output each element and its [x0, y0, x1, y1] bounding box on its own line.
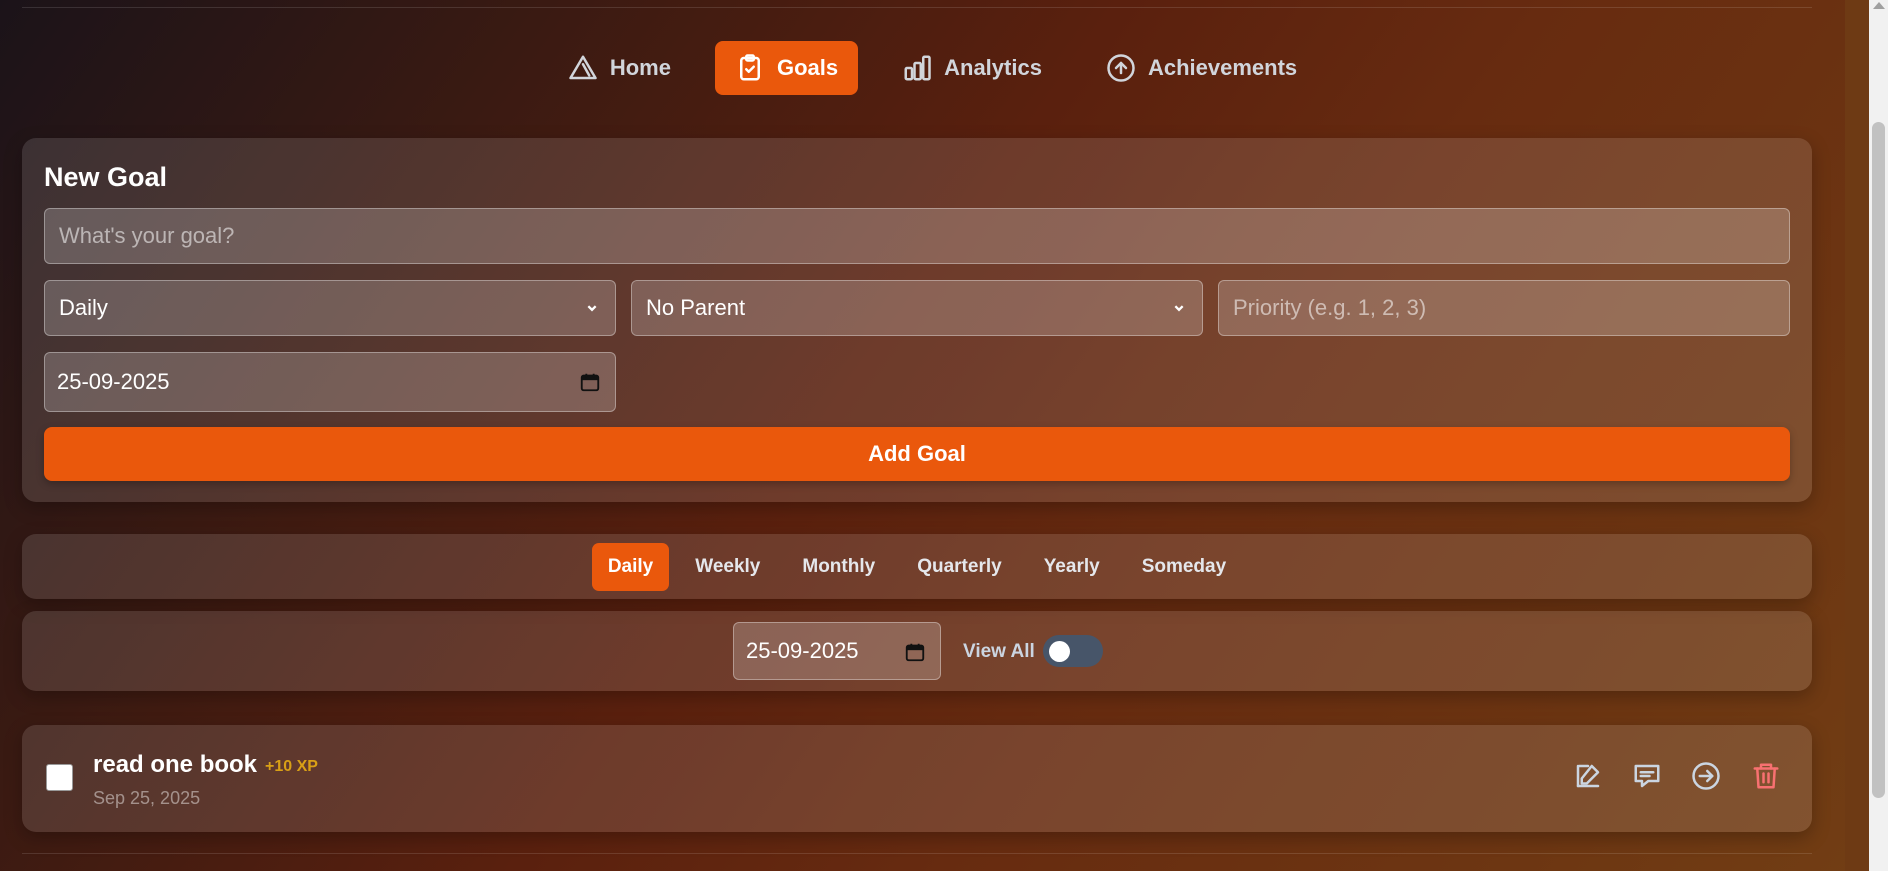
frequency-select[interactable]: Daily — [44, 280, 616, 336]
tab-monthly[interactable]: Monthly — [786, 543, 891, 591]
tab-daily[interactable]: Daily — [591, 542, 670, 591]
nav-home-label: Home — [609, 55, 671, 80]
goal-item: read one book +10 XP Sep 25, 2025 — [22, 725, 1812, 832]
tab-quarterly[interactable]: Quarterly — [901, 543, 1017, 591]
new-goal-title: New Goal — [44, 162, 168, 192]
edit-goal-button[interactable] — [1573, 761, 1603, 791]
comment-goal-button[interactable] — [1632, 761, 1662, 791]
toggle-knob — [1049, 641, 1070, 662]
new-goal-form: New Goal What's your goal? Daily No Pare… — [22, 138, 1812, 502]
page-edge — [1845, 0, 1869, 871]
priority-input-placeholder: Priority (e.g. 1, 2, 3) — [1233, 295, 1427, 320]
delete-goal-button[interactable] — [1751, 761, 1781, 791]
filter-date-value: 25-09-2025 — [746, 638, 859, 663]
comment-icon — [1634, 764, 1660, 788]
move-goal-button[interactable] — [1691, 761, 1721, 791]
arrow-up-circle-icon — [1107, 54, 1135, 82]
add-goal-button[interactable]: Add Goal — [44, 427, 1790, 481]
goal-input[interactable]: What's your goal? — [44, 208, 1790, 264]
nav-achievements-label: Achievements — [1147, 55, 1298, 80]
goal-xp-badge: +10 XP — [265, 758, 318, 775]
nav-analytics-label: Analytics — [944, 55, 1042, 80]
nav-home[interactable]: Home — [548, 41, 691, 95]
goal-title: read one book — [93, 751, 258, 778]
edit-icon — [1576, 764, 1600, 788]
nav-achievements[interactable]: Achievements — [1086, 41, 1317, 95]
view-all-label: View All — [963, 641, 1035, 662]
parent-select-value: No Parent — [646, 295, 746, 320]
chevron-down-icon — [587, 305, 597, 312]
parent-select[interactable]: No Parent — [631, 280, 1203, 336]
tab-someday[interactable]: Someday — [1126, 543, 1242, 591]
due-date-input[interactable]: 25-09-2025 — [44, 352, 616, 412]
tab-yearly[interactable]: Yearly — [1028, 543, 1116, 591]
scrollbar-thumb[interactable] — [1872, 122, 1885, 798]
filter-bar: 25-09-2025 View All — [22, 611, 1812, 691]
main-nav: Home Goals Analytics Achievements — [0, 41, 1845, 95]
triangle-icon — [569, 55, 597, 80]
priority-input[interactable]: Priority (e.g. 1, 2, 3) — [1218, 280, 1790, 336]
chevron-down-icon — [1174, 305, 1184, 312]
goal-input-placeholder: What's your goal? — [59, 223, 235, 248]
bottom-divider — [22, 853, 1812, 854]
filter-date-input[interactable]: 25-09-2025 — [733, 622, 941, 680]
calendar-icon[interactable] — [904, 641, 926, 663]
nav-goals[interactable]: Goals — [714, 41, 859, 95]
bar-chart-icon — [904, 55, 931, 81]
nav-analytics[interactable]: Analytics — [882, 41, 1062, 95]
top-divider — [22, 7, 1812, 8]
frequency-tabs: Daily Weekly Monthly Quarterly Yearly So… — [22, 534, 1812, 599]
goal-complete-checkbox[interactable] — [46, 764, 73, 791]
trash-icon — [1753, 763, 1779, 789]
view-all-toggle[interactable] — [1043, 635, 1103, 667]
calendar-icon[interactable] — [579, 371, 601, 393]
move-icon — [1692, 762, 1720, 790]
frequency-select-value: Daily — [59, 295, 108, 320]
clipboard-check-icon — [739, 54, 760, 81]
goal-date: Sep 25, 2025 — [93, 788, 201, 808]
tab-weekly[interactable]: Weekly — [679, 543, 776, 591]
due-date-value: 25-09-2025 — [57, 369, 170, 394]
nav-goals-label: Goals — [776, 55, 839, 80]
scroll-up-arrow-icon[interactable] — [1873, 2, 1885, 9]
